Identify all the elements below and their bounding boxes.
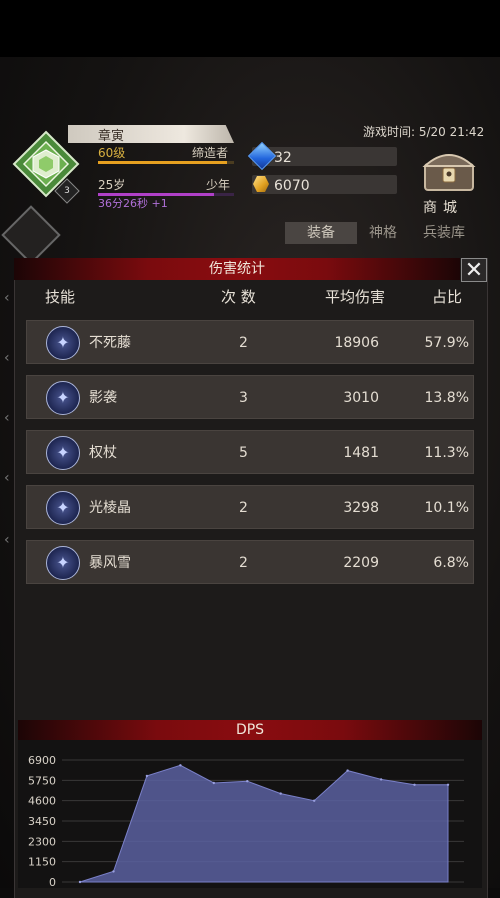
col-avg-damage: 平均伤害	[325, 288, 386, 306]
skill-ratio: 13.8%	[424, 390, 469, 406]
dps-data-point	[112, 870, 115, 873]
vine-icon: ✦	[46, 326, 80, 360]
dps-area-series	[79, 764, 449, 883]
top-black-bar	[0, 0, 500, 57]
age-timer: 36分26秒 +1	[98, 197, 168, 210]
col-skill: 技能	[45, 288, 76, 306]
skill-name: 不死藤	[89, 335, 131, 351]
skill-name: 光棱晶	[89, 500, 131, 516]
skill-count: 5	[239, 445, 248, 461]
y-tick-label: 1150	[28, 856, 56, 869]
table-row: ✦ 光棱晶 2 3298 10.1%	[26, 485, 474, 529]
y-tick-label: 5750	[28, 774, 56, 787]
prism-icon: ✦	[46, 491, 80, 525]
age-text: 25岁	[98, 178, 126, 192]
table-row: ✦ 影袭 3 3010 13.8%	[26, 375, 474, 419]
dps-data-point	[279, 792, 282, 795]
level-text: 60级	[98, 146, 126, 160]
game-time: 游戏时间: 5/20 21:42	[363, 125, 485, 139]
dps-chart: 6900 5750 4600 3450 2300 1150 0	[28, 754, 464, 888]
age-stage: 少年	[206, 178, 231, 192]
level-bar-fill	[98, 161, 228, 164]
title-text: 缔造者	[192, 146, 229, 160]
col-count: 次 数	[221, 288, 256, 306]
skill-avg-damage: 2209	[343, 555, 379, 571]
y-tick-label: 2300	[28, 835, 56, 848]
table-row: ✦ 暴风雪 2 2209 6.8%	[26, 540, 474, 584]
dps-data-point	[379, 778, 383, 781]
dps-data-point	[212, 781, 215, 785]
skill-avg-damage: 3298	[343, 500, 379, 516]
skill-count: 2	[239, 335, 248, 351]
gold-counter: 6070	[252, 175, 397, 194]
skill-name: 暴风雪	[89, 555, 131, 571]
skill-count: 2	[239, 555, 248, 571]
panel-title-bar: 伤害统计	[14, 258, 460, 280]
tab-equipment[interactable]: 装备	[285, 222, 357, 244]
skill-avg-damage: 18906	[334, 335, 379, 351]
player-name-plate: 章寅	[68, 125, 234, 143]
skill-count: 3	[239, 390, 248, 406]
side-arrow-icon: ‹	[4, 290, 10, 306]
dps-data-point	[246, 780, 249, 783]
tab-armory[interactable]: 兵装库	[414, 222, 474, 244]
dps-data-point	[179, 764, 182, 767]
skill-name: 影袭	[89, 390, 117, 406]
dps-data-point	[145, 774, 149, 778]
side-arrow-icon: ‹	[4, 350, 10, 366]
dps-title-bar: DPS	[18, 720, 482, 740]
skill-ratio: 10.1%	[424, 500, 469, 516]
shop-label[interactable]: 商城	[423, 197, 463, 217]
skill-name: 权杖	[89, 445, 117, 461]
close-button[interactable]: ✕	[461, 258, 487, 282]
dps-data-point	[313, 799, 316, 802]
skill-avg-damage: 3010	[343, 390, 379, 406]
side-arrow-icon: ‹	[4, 410, 10, 426]
skill-avg-damage: 1481	[343, 445, 379, 461]
dps-data-point	[413, 783, 416, 786]
y-tick-label: 4600	[28, 795, 56, 808]
player-name: 章寅	[98, 129, 125, 144]
dps-data-point	[78, 880, 82, 884]
col-ratio: 占比	[432, 288, 463, 306]
y-tick-label: 3450	[28, 815, 56, 828]
dps-data-point	[446, 783, 450, 786]
side-arrow-icon: ‹	[4, 470, 10, 486]
skill-count: 2	[239, 500, 248, 516]
dps-title: DPS	[235, 722, 265, 738]
panel-title: 伤害统计	[209, 261, 265, 277]
shadow-icon: ✦	[46, 381, 80, 415]
level-bar-track	[98, 161, 234, 164]
side-arrow-icon: ‹	[4, 532, 10, 548]
scepter-icon: ✦	[46, 436, 80, 470]
table-row: ✦ 不死藤 2 18906 57.9%	[26, 320, 474, 364]
table-row: ✦ 权杖 5 1481 11.3%	[26, 430, 474, 474]
skill-ratio: 57.9%	[424, 335, 469, 351]
dps-data-point	[346, 769, 349, 772]
skill-ratio: 6.8%	[433, 555, 469, 571]
skill-ratio: 11.3%	[424, 445, 469, 461]
shop-chest-icon[interactable]	[421, 148, 477, 192]
y-tick-label: 6900	[28, 754, 56, 767]
tab-divinity[interactable]: 神格	[360, 222, 406, 244]
blizzard-icon: ✦	[46, 546, 80, 580]
y-tick-label: 0	[49, 876, 56, 888]
